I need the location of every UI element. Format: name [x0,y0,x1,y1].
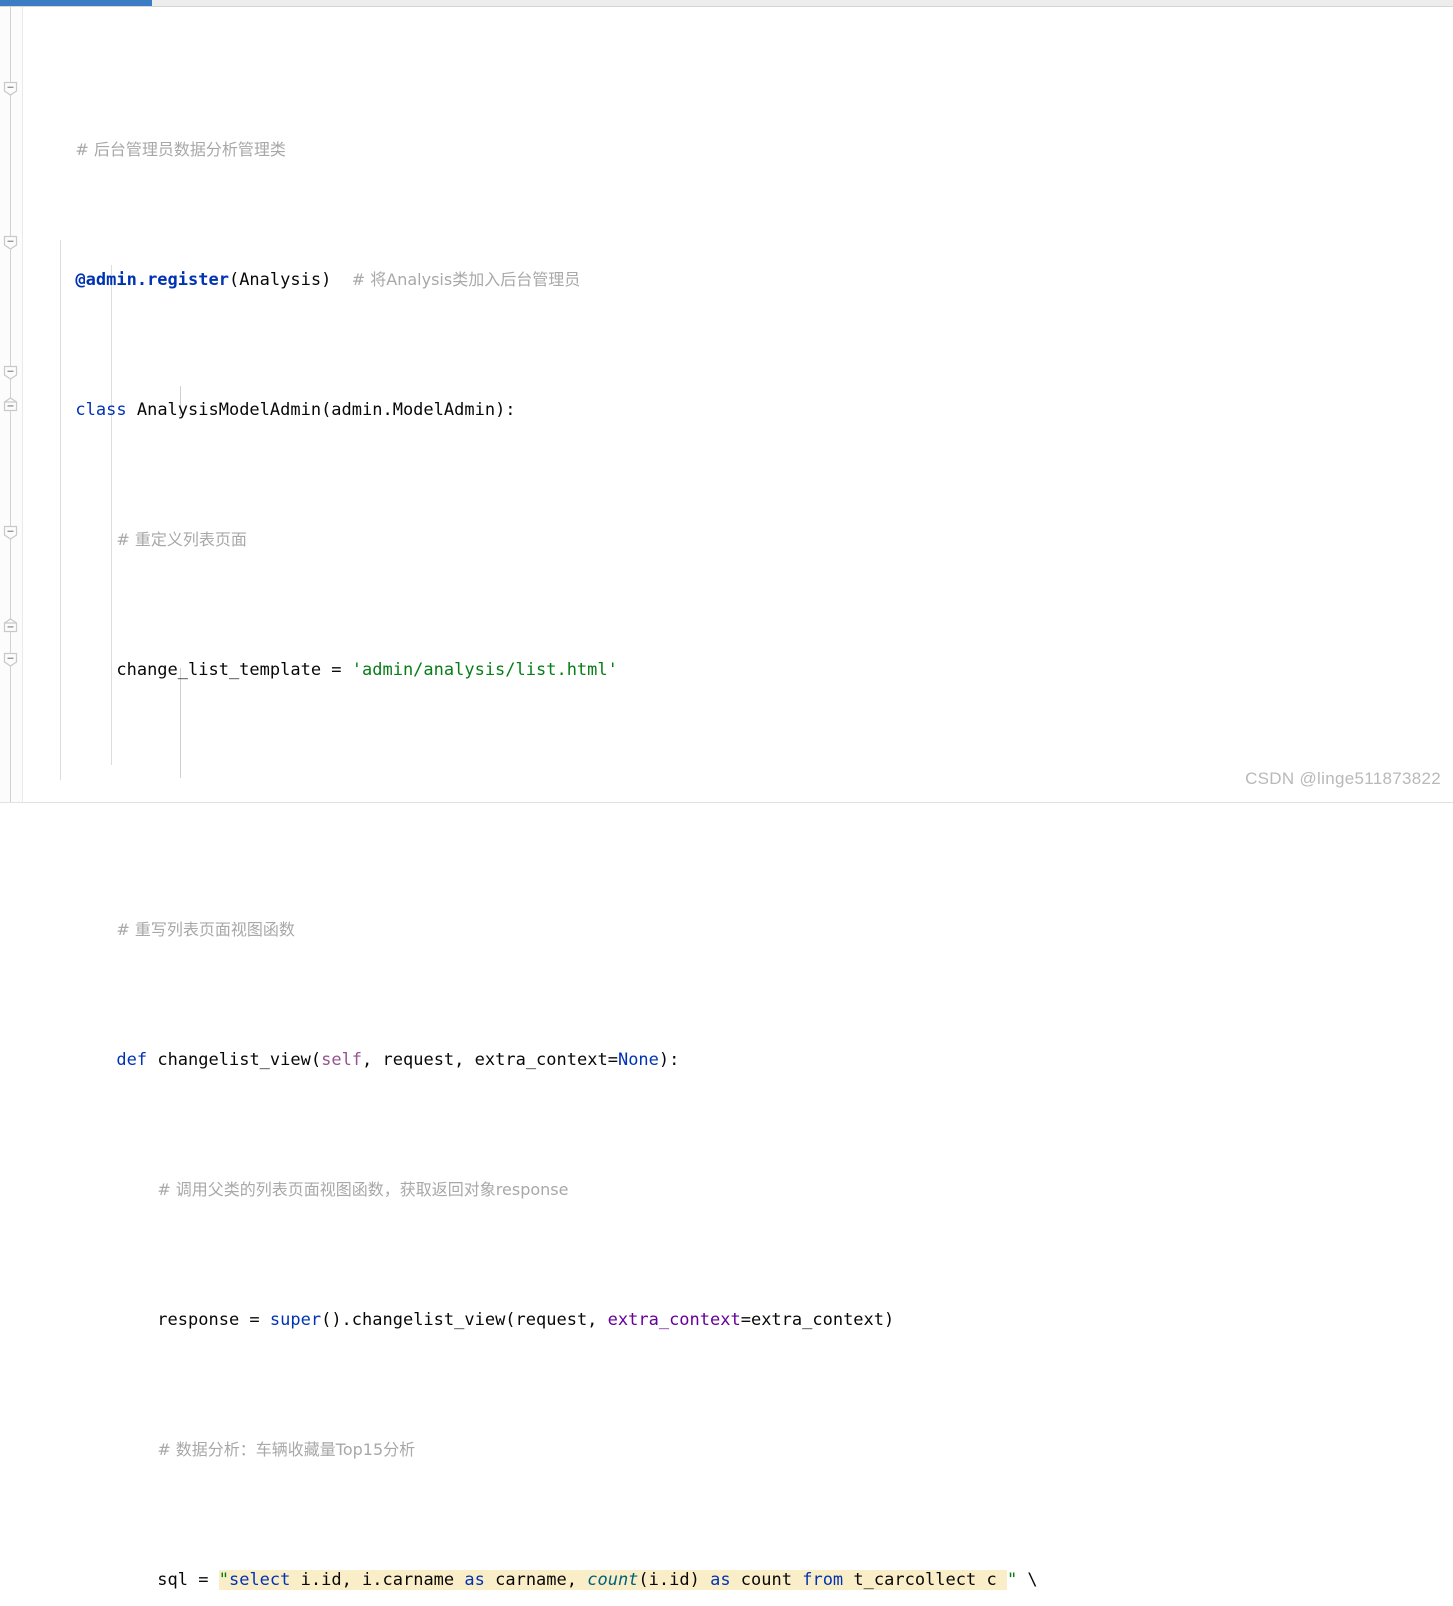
code-line: # 调用父类的列表页面视图函数，获取返回对象response [0,1151,1453,1199]
assignment-lhs: change_list_template = [75,660,352,680]
code-line: change_list_template = 'admin/analysis/l… [0,631,1453,680]
function-name-token: changelist_view( [147,1050,322,1070]
line-continuation: \ [1017,1570,1038,1590]
response-end: =extra_context) [740,1310,895,1330]
sql-keyword-from: from [802,1570,844,1590]
keyword-class: class [75,400,127,420]
sql-text: count [730,1570,803,1590]
sql-text: carname, [484,1570,588,1590]
code-line: @admin.register(Analysis) # 将Analysis类加入… [0,241,1453,290]
sql-assign-lhs: sql = [75,1570,219,1590]
code-editor-window: # 后台管理员数据分析管理类 @admin.register(Analysis)… [0,0,1453,1590]
self-token: self [321,1050,363,1070]
code-line: response = super().changelist_view(reque… [0,1281,1453,1330]
kwarg-extra-context: extra_context [607,1310,741,1330]
code-line: def changelist_view(self, request, extra… [0,1021,1453,1070]
sql-keyword-select: select [228,1570,291,1590]
code-line: # 数据分析：车辆收藏量Top15分析 [0,1411,1453,1459]
sql-text: i.id, i.carname [290,1570,465,1590]
sql-text: (i.id) [638,1570,711,1590]
sql-keyword-as: as [464,1570,485,1590]
comment-text: # 将Analysis类加入后台管理员 [351,270,581,289]
comment-text: # 重写列表页面视图函数 [116,920,295,939]
string-quote: " [1006,1570,1018,1590]
class-name-token: AnalysisModelAdmin(admin.ModelAdmin): [126,400,516,420]
params-token: , request, [362,1050,475,1070]
string-quote: " [218,1570,229,1590]
super-token: super [269,1310,322,1330]
comment-text: # 调用父类的列表页面视图函数，获取返回对象response [157,1180,569,1199]
none-token: None [617,1050,659,1070]
comment-text: # 重定义列表页面 [116,530,247,549]
code-line: # 重定义列表页面 [0,501,1453,549]
equals: = [607,1050,618,1070]
def-end: ): [658,1050,680,1070]
code-line: class AnalysisModelAdmin(admin.ModelAdmi… [0,371,1453,420]
csdn-watermark: CSDN @linge511873822 [1245,769,1441,788]
decorator-token: @admin.register [75,270,229,290]
code-line: sql = "select i.id, i.carname as carname… [0,1541,1453,1590]
code-text-area[interactable]: # 后台管理员数据分析管理类 @admin.register(Analysis)… [0,7,1453,1606]
decorator-arg-token: (Analysis) [228,270,332,290]
sql-keyword-as: as [710,1570,731,1590]
sql-function-count: count [587,1570,639,1590]
string-literal: 'admin/analysis/list.html' [351,660,618,680]
comment-text: # 数据分析：车辆收藏量Top15分析 [157,1440,416,1459]
code-line: # 后台管理员数据分析管理类 [0,111,1453,159]
super-call: ().changelist_view(request, [321,1310,608,1330]
comment-text: # 后台管理员数据分析管理类 [75,140,286,159]
keyword-def: def [116,1050,148,1070]
code-line: # 重写列表页面视图函数 [0,891,1453,939]
response-lhs: response = [75,1310,270,1330]
sql-text: t_carcollect c [843,1570,1007,1590]
param-extra-context: extra_context [474,1050,608,1070]
